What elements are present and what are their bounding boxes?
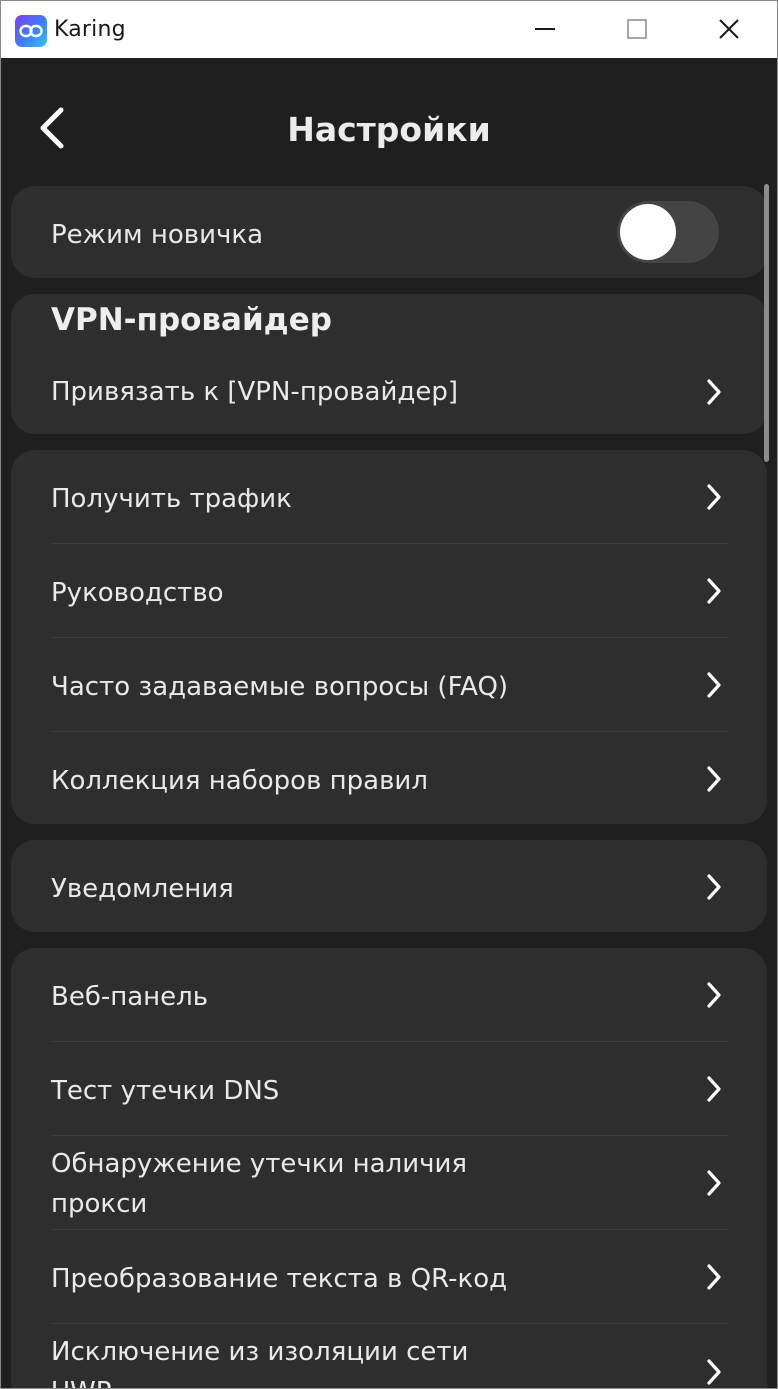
title-bar[interactable]: Karing (1, 1, 777, 58)
bind-vpn-provider-label: Привязать к [VPN-провайдер] (51, 377, 458, 407)
list-item-label: Уведомления (51, 874, 234, 904)
chevron-right-icon (707, 766, 721, 792)
list-item-web-panel[interactable]: Веб-панель (11, 948, 767, 1042)
close-button[interactable] (684, 1, 776, 58)
list-item-label: Получить трафик (51, 484, 292, 514)
list-item-notifications[interactable]: Уведомления (11, 840, 767, 932)
page-title: Настройки (287, 110, 491, 149)
list-item-label: Руководство (51, 578, 224, 608)
toggle-knob (620, 204, 676, 260)
list-item-guide[interactable]: Руководство (11, 544, 767, 638)
list-item-faq[interactable]: Часто задаваемые вопросы (FAQ) (11, 638, 767, 732)
list-item-label: Преобразование текста в QR-код (51, 1264, 508, 1294)
bind-vpn-provider-item[interactable]: Привязать к [VPN-провайдер] (11, 362, 767, 422)
chevron-right-icon (707, 1170, 721, 1196)
list-item-label: Исключение из изоляции сети UWP (51, 1337, 469, 1388)
page-header: Настройки (1, 58, 777, 186)
chevron-right-icon (707, 672, 721, 698)
list-item-dns-leak-test[interactable]: Тест утечки DNS (11, 1042, 767, 1136)
novice-mode-toggle[interactable] (617, 201, 719, 263)
window-title: Karing (54, 17, 126, 42)
novice-mode-card: Режим новичка (11, 186, 767, 278)
maximize-button[interactable] (592, 1, 684, 58)
list-item-label: Веб-панель (51, 982, 209, 1012)
app-window: Karing Настройки Режим новичка VPN-прова… (0, 0, 778, 1389)
novice-mode-label: Режим новичка (51, 220, 263, 250)
chevron-right-icon (707, 484, 721, 510)
chevron-right-icon (707, 578, 721, 604)
list-item-label: Обнаружение утечки наличия прокси (51, 1149, 467, 1219)
list-item-ruleset-collection[interactable]: Коллекция наборов правил (11, 732, 767, 824)
app-logo-icon (15, 15, 47, 47)
scrollbar[interactable] (764, 184, 769, 462)
list-item-label: Часто задаваемые вопросы (FAQ) (51, 672, 509, 702)
chevron-right-icon (707, 874, 721, 900)
chevron-right-icon (707, 1359, 721, 1385)
list-item-label: Тест утечки DNS (51, 1076, 280, 1106)
chevron-right-icon (707, 379, 721, 405)
resources-card: Получить трафик Руководство Часто задава… (11, 450, 767, 824)
chevron-right-icon (707, 1264, 721, 1290)
tools-card: Веб-панель Тест утечки DNS Обнаружение у… (11, 948, 767, 1388)
list-item-text-to-qr[interactable]: Преобразование текста в QR-код (11, 1230, 767, 1324)
list-item-get-traffic[interactable]: Получить трафик (11, 450, 767, 544)
list-item-label: Коллекция наборов правил (51, 766, 428, 796)
chevron-right-icon (707, 1076, 721, 1102)
vpn-provider-card: VPN-провайдер Привязать к [VPN-провайдер… (11, 294, 767, 434)
list-item-proxy-leak-detection[interactable]: Обнаружение утечки наличия прокси (11, 1136, 767, 1230)
notifications-card: Уведомления (11, 840, 767, 932)
list-item-uwp-loopback[interactable]: Исключение из изоляции сети UWP (11, 1324, 767, 1388)
minimize-button[interactable] (500, 1, 592, 58)
chevron-right-icon (707, 982, 721, 1008)
vpn-provider-section-title: VPN-провайдер (51, 302, 332, 338)
